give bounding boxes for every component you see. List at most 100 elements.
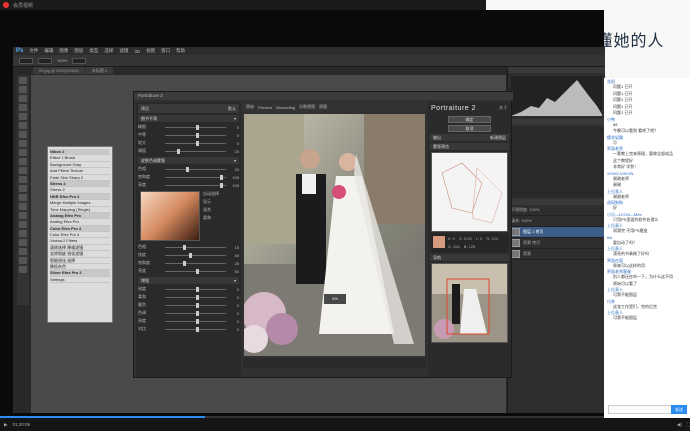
slider-value[interactable]: 0 — [229, 327, 239, 332]
cancel-button[interactable]: 取消 — [448, 125, 491, 132]
tool-icon[interactable] — [19, 257, 27, 264]
menu-select[interactable]: 选择 — [104, 48, 113, 54]
preview-photo[interactable]: 9% — [244, 114, 425, 356]
menu-edit[interactable]: 编辑 — [44, 48, 53, 54]
slider-value[interactable]: 100 — [229, 183, 239, 188]
toolbar-item[interactable]: 原图 — [319, 104, 327, 110]
slider-value[interactable]: 20 — [229, 167, 239, 172]
mask-preview-section[interactable]: 蒙版预览 — [430, 143, 509, 150]
slider-value[interactable]: 15 — [229, 245, 239, 250]
tool-icon[interactable] — [19, 212, 27, 219]
slider-knob[interactable] — [177, 148, 181, 154]
tool-icon[interactable] — [19, 131, 27, 138]
tool-icon[interactable] — [19, 248, 27, 255]
layer-row[interactable]: 背景 — [508, 249, 605, 260]
slider-track[interactable] — [165, 252, 226, 258]
opacity-value[interactable]: 100% — [57, 58, 67, 63]
skin-option[interactable]: 显示 — [203, 199, 237, 207]
slider-knob[interactable] — [195, 294, 199, 300]
slider-track[interactable] — [165, 132, 226, 138]
menu-help[interactable]: 帮助 — [176, 48, 185, 54]
slider-track[interactable] — [165, 174, 226, 180]
navigator-preview[interactable] — [431, 263, 508, 343]
menu-filter[interactable]: 滤镜 — [119, 48, 128, 54]
menu-window[interactable]: 窗口 — [161, 48, 170, 54]
slider-value[interactable]: 20 — [229, 149, 239, 154]
slider-knob[interactable] — [195, 132, 199, 138]
output-section[interactable]: 输出 新建图层 — [430, 134, 509, 141]
tool-icon[interactable] — [19, 113, 27, 120]
menu-layer[interactable]: 图层 — [74, 48, 83, 54]
collapse-icon[interactable]: ▾ — [234, 157, 236, 164]
slider-knob[interactable] — [195, 326, 199, 332]
ok-button[interactable]: 确定 — [448, 116, 491, 123]
menu-3d[interactable]: 3D — [134, 49, 140, 54]
slider-knob[interactable] — [195, 140, 199, 146]
skin-option[interactable]: 混合 — [203, 207, 237, 215]
collapse-icon[interactable]: ▾ — [234, 277, 236, 284]
tool-icon[interactable] — [19, 77, 27, 84]
brush-preset-picker[interactable] — [19, 57, 33, 64]
slider-knob[interactable] — [195, 124, 199, 130]
slider-track[interactable] — [165, 182, 226, 188]
section-detail-smoothing[interactable]: 细节平滑 ▾ — [138, 115, 239, 122]
tool-icon[interactable] — [19, 149, 27, 156]
layer-fill-row[interactable]: 填充: 100% — [508, 216, 605, 227]
mode-select[interactable] — [38, 57, 52, 64]
slider-track[interactable] — [165, 260, 226, 266]
slider-track[interactable] — [165, 294, 226, 300]
tool-icon[interactable] — [19, 95, 27, 102]
tool-icon[interactable] — [19, 176, 27, 183]
slider-value[interactable]: 0 — [229, 303, 239, 308]
slider-knob[interactable] — [186, 166, 190, 172]
slider-knob[interactable] — [219, 182, 223, 188]
layer-opacity-row[interactable]: 不透明度: 100% — [508, 205, 605, 216]
tool-icon[interactable] — [19, 86, 27, 93]
slider-value[interactable]: 0 — [229, 311, 239, 316]
slider-track[interactable] — [165, 318, 226, 324]
tool-icon[interactable] — [19, 239, 27, 246]
slider-track[interactable] — [165, 244, 226, 250]
layer-row[interactable]: 图层 1 拷贝 — [508, 227, 605, 238]
tool-icon[interactable] — [19, 167, 27, 174]
slider-value[interactable]: 25 — [229, 261, 239, 266]
preset-item[interactable]: Settings — [50, 277, 110, 284]
tool-icon[interactable] — [19, 230, 27, 237]
preset-select[interactable]: 预设 默认 — [138, 104, 239, 113]
toolbar-item[interactable]: Preview — [258, 105, 272, 110]
slider-value[interactable]: 40 — [229, 253, 239, 258]
slider-value[interactable]: 0 — [229, 133, 239, 138]
slider-value[interactable]: 0 — [229, 319, 239, 324]
tool-icon[interactable] — [19, 203, 27, 210]
slider-value[interactable]: 0 — [229, 125, 239, 130]
toolbar-item[interactable]: 原始 — [246, 104, 254, 110]
menu-image[interactable]: 图像 — [59, 48, 68, 54]
skin-option[interactable]: 自动选择 — [203, 191, 237, 199]
slider-track[interactable] — [165, 148, 226, 154]
tool-icon[interactable] — [19, 194, 27, 201]
slider-knob[interactable] — [189, 252, 193, 258]
slider-value[interactable]: 0 — [229, 287, 239, 292]
slider-track[interactable] — [165, 326, 226, 332]
section-skin-mask[interactable]: 皮肤色调蒙版 ▾ — [138, 157, 239, 164]
slider-track[interactable] — [165, 140, 226, 146]
slider-track[interactable] — [165, 302, 226, 308]
layer-fill[interactable]: 填充: 100% — [511, 218, 531, 224]
tool-icon[interactable] — [19, 104, 27, 111]
slider-knob[interactable] — [219, 174, 223, 180]
volume-icon[interactable]: ◀) — [677, 422, 682, 428]
tool-icon[interactable] — [19, 122, 27, 129]
slider-track[interactable] — [165, 166, 226, 172]
navigator-section[interactable]: 导航 — [430, 254, 509, 261]
menu-view[interactable]: 视图 — [146, 48, 155, 54]
play-icon[interactable]: ▶ — [4, 422, 7, 428]
doc-tab[interactable]: 00.jpg @ 25%(RGB/8) — [33, 67, 85, 74]
slider-knob[interactable] — [195, 318, 199, 324]
slider-knob[interactable] — [183, 244, 187, 250]
slider-knob[interactable] — [195, 268, 199, 274]
slider-knob[interactable] — [195, 310, 199, 316]
doc-tab[interactable]: 未标题-1 — [85, 67, 114, 74]
tool-icon[interactable] — [19, 221, 27, 228]
menu-file[interactable]: 文件 — [29, 48, 38, 54]
slider-knob[interactable] — [195, 302, 199, 308]
